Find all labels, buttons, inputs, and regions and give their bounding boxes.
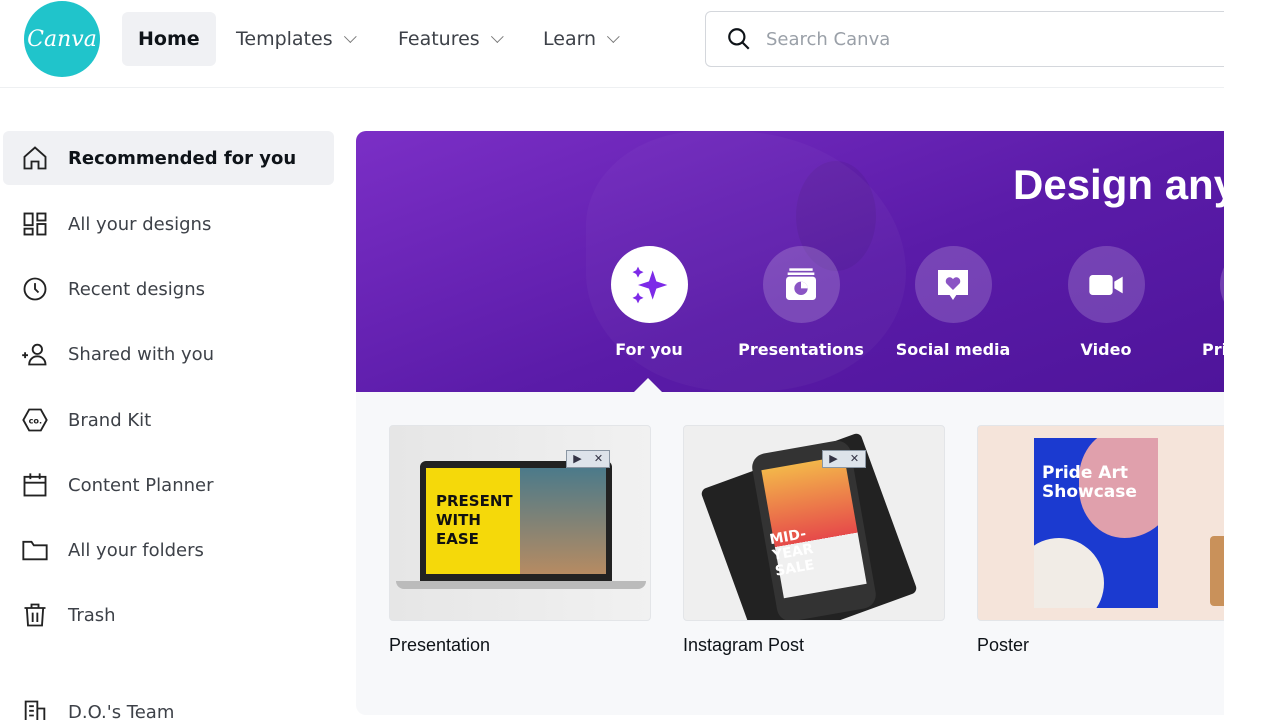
- building-icon: [24, 700, 46, 720]
- trash-icon: [24, 603, 46, 627]
- card-title: Instagram Post: [683, 635, 805, 655]
- sidebar-item-label: All your folders: [68, 539, 204, 561]
- sidebar-item-label: D.O.'s Team: [68, 701, 175, 720]
- clock-icon: [23, 277, 47, 301]
- chevron-down-icon: [343, 29, 357, 43]
- search-box[interactable]: [705, 11, 1224, 67]
- sidebar-item-shared[interactable]: Shared with you: [3, 327, 334, 381]
- ad-choices-badge[interactable]: ▶ ✕: [822, 450, 866, 468]
- folder-icon: [22, 540, 48, 561]
- nav-label: Features: [398, 28, 480, 50]
- category-video[interactable]: Video: [1036, 246, 1176, 359]
- category-for-you[interactable]: For you: [579, 246, 719, 359]
- sidebar-item-trash[interactable]: Trash: [3, 588, 334, 642]
- search-icon: [728, 28, 750, 50]
- poster-thumbnail: Pride Art Showcase: [977, 425, 1224, 621]
- design-card-poster[interactable]: Pride Art Showcase Poster: [977, 425, 1224, 656]
- nav-features[interactable]: Features: [382, 12, 515, 66]
- sidebar-item-label: Recommended for you: [68, 147, 297, 169]
- main-panel: Design any For you Presentations Social …: [356, 131, 1224, 715]
- canva-logo[interactable]: Canva: [24, 1, 100, 77]
- presentation-thumbnail: PRESENT WITH EASE ▶ ✕: [389, 425, 651, 621]
- chevron-down-icon: [490, 29, 504, 43]
- category-label: Video: [1080, 340, 1132, 359]
- category-print[interactable]: Pri: [1188, 246, 1224, 359]
- thumbnail-text: PRESENT WITH EASE: [436, 492, 513, 548]
- card-title: Presentation: [389, 635, 491, 655]
- chevron-down-icon: [607, 29, 620, 43]
- shared-users-icon: [22, 343, 47, 366]
- sidebar-item-folders[interactable]: All your folders: [3, 523, 334, 577]
- sidebar-item-all-designs[interactable]: All your designs: [3, 197, 334, 251]
- nav-label: Learn: [543, 28, 597, 50]
- brand-kit-icon: co.: [22, 408, 48, 432]
- home-icon: [23, 146, 47, 170]
- sidebar-item-recent[interactable]: Recent designs: [3, 262, 334, 316]
- design-card-instagram-post[interactable]: MID-YEAR SALE ▶ ✕ Instagram Post: [683, 425, 945, 656]
- category-label: Social media: [895, 340, 1011, 359]
- video-camera-icon: [1089, 274, 1123, 295]
- ad-choices-badge[interactable]: ▶ ✕: [566, 450, 610, 468]
- sidebar-item-label: Shared with you: [68, 343, 215, 365]
- grid-icon: [23, 212, 47, 236]
- heart-bubble-icon: [938, 269, 968, 300]
- category-social-media[interactable]: Social media: [883, 246, 1023, 359]
- sidebar-item-content-planner[interactable]: Content Planner: [3, 458, 334, 512]
- category-presentations[interactable]: Presentations: [731, 246, 871, 359]
- nav-label: Home: [138, 28, 200, 50]
- nav-home[interactable]: Home: [122, 12, 216, 66]
- thumbnail-text: Pride Art Showcase: [1042, 463, 1137, 502]
- sidebar-item-label: Brand Kit: [68, 409, 152, 431]
- card-title: Poster: [977, 635, 1030, 655]
- sidebar-item-label: Content Planner: [68, 474, 214, 496]
- nav-label: Templates: [236, 28, 333, 50]
- svg-text:co.: co.: [29, 416, 43, 426]
- search-input[interactable]: [766, 28, 1166, 50]
- sidebar-team[interactable]: D.O.'s Team: [3, 685, 334, 720]
- instagram-thumbnail: MID-YEAR SALE ▶ ✕: [683, 425, 945, 621]
- design-card-presentation[interactable]: PRESENT WITH EASE ▶ ✕ Presentation: [389, 425, 651, 656]
- presentation-icon: [786, 267, 816, 300]
- calendar-icon: [23, 473, 47, 497]
- banner-title: Design any: [1013, 161, 1224, 208]
- nav-templates[interactable]: Templates: [220, 12, 368, 66]
- top-bar: Canva Home Templates Features Learn: [0, 0, 1224, 88]
- sidebar-item-label: Trash: [68, 604, 116, 626]
- nav-learn[interactable]: Learn: [527, 12, 631, 66]
- sidebar-item-label: All your designs: [68, 213, 212, 235]
- sidebar-item-brand-kit[interactable]: co. Brand Kit: [3, 393, 334, 447]
- category-label: For you: [615, 340, 683, 359]
- category-label: Presentations: [738, 340, 864, 359]
- category-label: Pri: [1202, 340, 1224, 359]
- sidebar-item-recommended[interactable]: Recommended for you: [3, 131, 334, 185]
- sidebar-item-label: Recent designs: [68, 278, 206, 300]
- sparkle-icon: [632, 266, 668, 303]
- selected-pointer: [634, 378, 662, 392]
- hero-banner: Design any For you Presentations Social …: [356, 131, 1224, 392]
